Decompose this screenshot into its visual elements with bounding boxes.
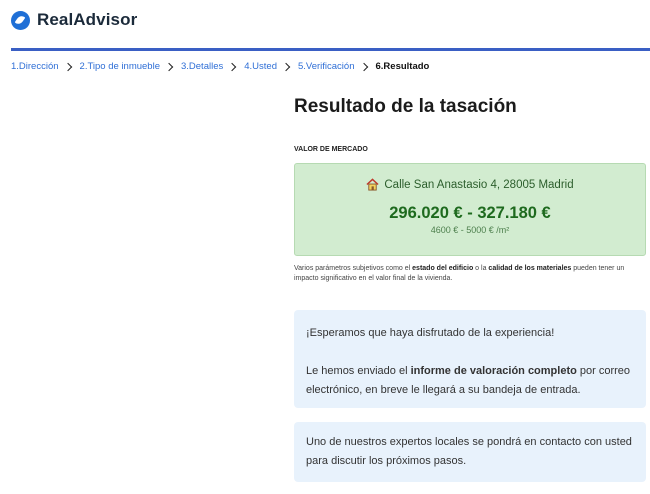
report-text: Le hemos enviado el informe de valoració… [306, 362, 634, 400]
report-sent-message: ¡Esperamos que haya disfrutado de la exp… [294, 310, 646, 408]
note-bold-material-quality: calidad de los materiales [488, 265, 572, 272]
leaf-logo-icon [11, 10, 30, 30]
note-text-1: Varios parámetros subjetivos como el [294, 265, 413, 272]
breadcrumb-step-usted[interactable]: 4.Usted [244, 61, 277, 72]
brand-name: RealAdvisor [37, 10, 138, 29]
chevron-right-icon [63, 62, 72, 71]
breadcrumb: 1.Dirección 2.Tipo de inmueble 3.Detalle… [11, 61, 429, 72]
property-address: Calle San Anastasio 4, 28005 Madrid [384, 178, 574, 191]
breadcrumb-step-tipo-inmueble[interactable]: 2.Tipo de inmueble [80, 61, 160, 72]
expert-text: Uno de nuestros expertos locales se pond… [306, 436, 632, 467]
chevron-right-icon [227, 62, 237, 71]
page-title: Resultado de la tasación [294, 96, 517, 117]
site-header: RealAdvisor [0, 0, 650, 51]
breadcrumb-step-resultado: 6.Resultado [375, 61, 430, 72]
report-text-1: Le hemos enviado el [306, 365, 411, 377]
property-address-row: Calle San Anastasio 4, 28005 Madrid [295, 164, 645, 191]
market-value-label: VALOR DE MERCADO [294, 146, 368, 153]
thanks-text: ¡Esperamos que haya disfrutado de la exp… [306, 327, 555, 339]
valuation-card: Calle San Anastasio 4, 28005 Madrid 296.… [294, 163, 646, 256]
breadcrumb-step-direccion[interactable]: 1.Dirección [11, 61, 59, 72]
price-range: 296.020 € - 327.180 € [389, 204, 551, 222]
expert-contact-message: Uno de nuestros expertos locales se pond… [294, 422, 646, 482]
breadcrumb-step-detalles[interactable]: 3.Detalles [181, 61, 223, 72]
chevron-right-icon [164, 62, 174, 71]
note-bold-building-state: estado del edificio [412, 265, 474, 272]
chevron-right-icon [359, 62, 368, 71]
valuation-disclaimer: Varios parámetros subjetivos como el est… [294, 264, 646, 284]
report-bold: informe de valoración completo [410, 365, 577, 377]
home-icon [366, 178, 379, 191]
breadcrumb-step-verificacion[interactable]: 5.Verificación [298, 61, 355, 72]
chevron-right-icon [281, 62, 291, 71]
note-text-2: o la [473, 265, 489, 272]
header-divider [11, 48, 650, 51]
price-per-m2: 4600 € - 5000 € /m² [430, 225, 510, 235]
brand-logo[interactable]: RealAdvisor [11, 10, 137, 30]
result-panel: Resultado de la tasación VALOR DE MERCAD… [294, 96, 646, 482]
